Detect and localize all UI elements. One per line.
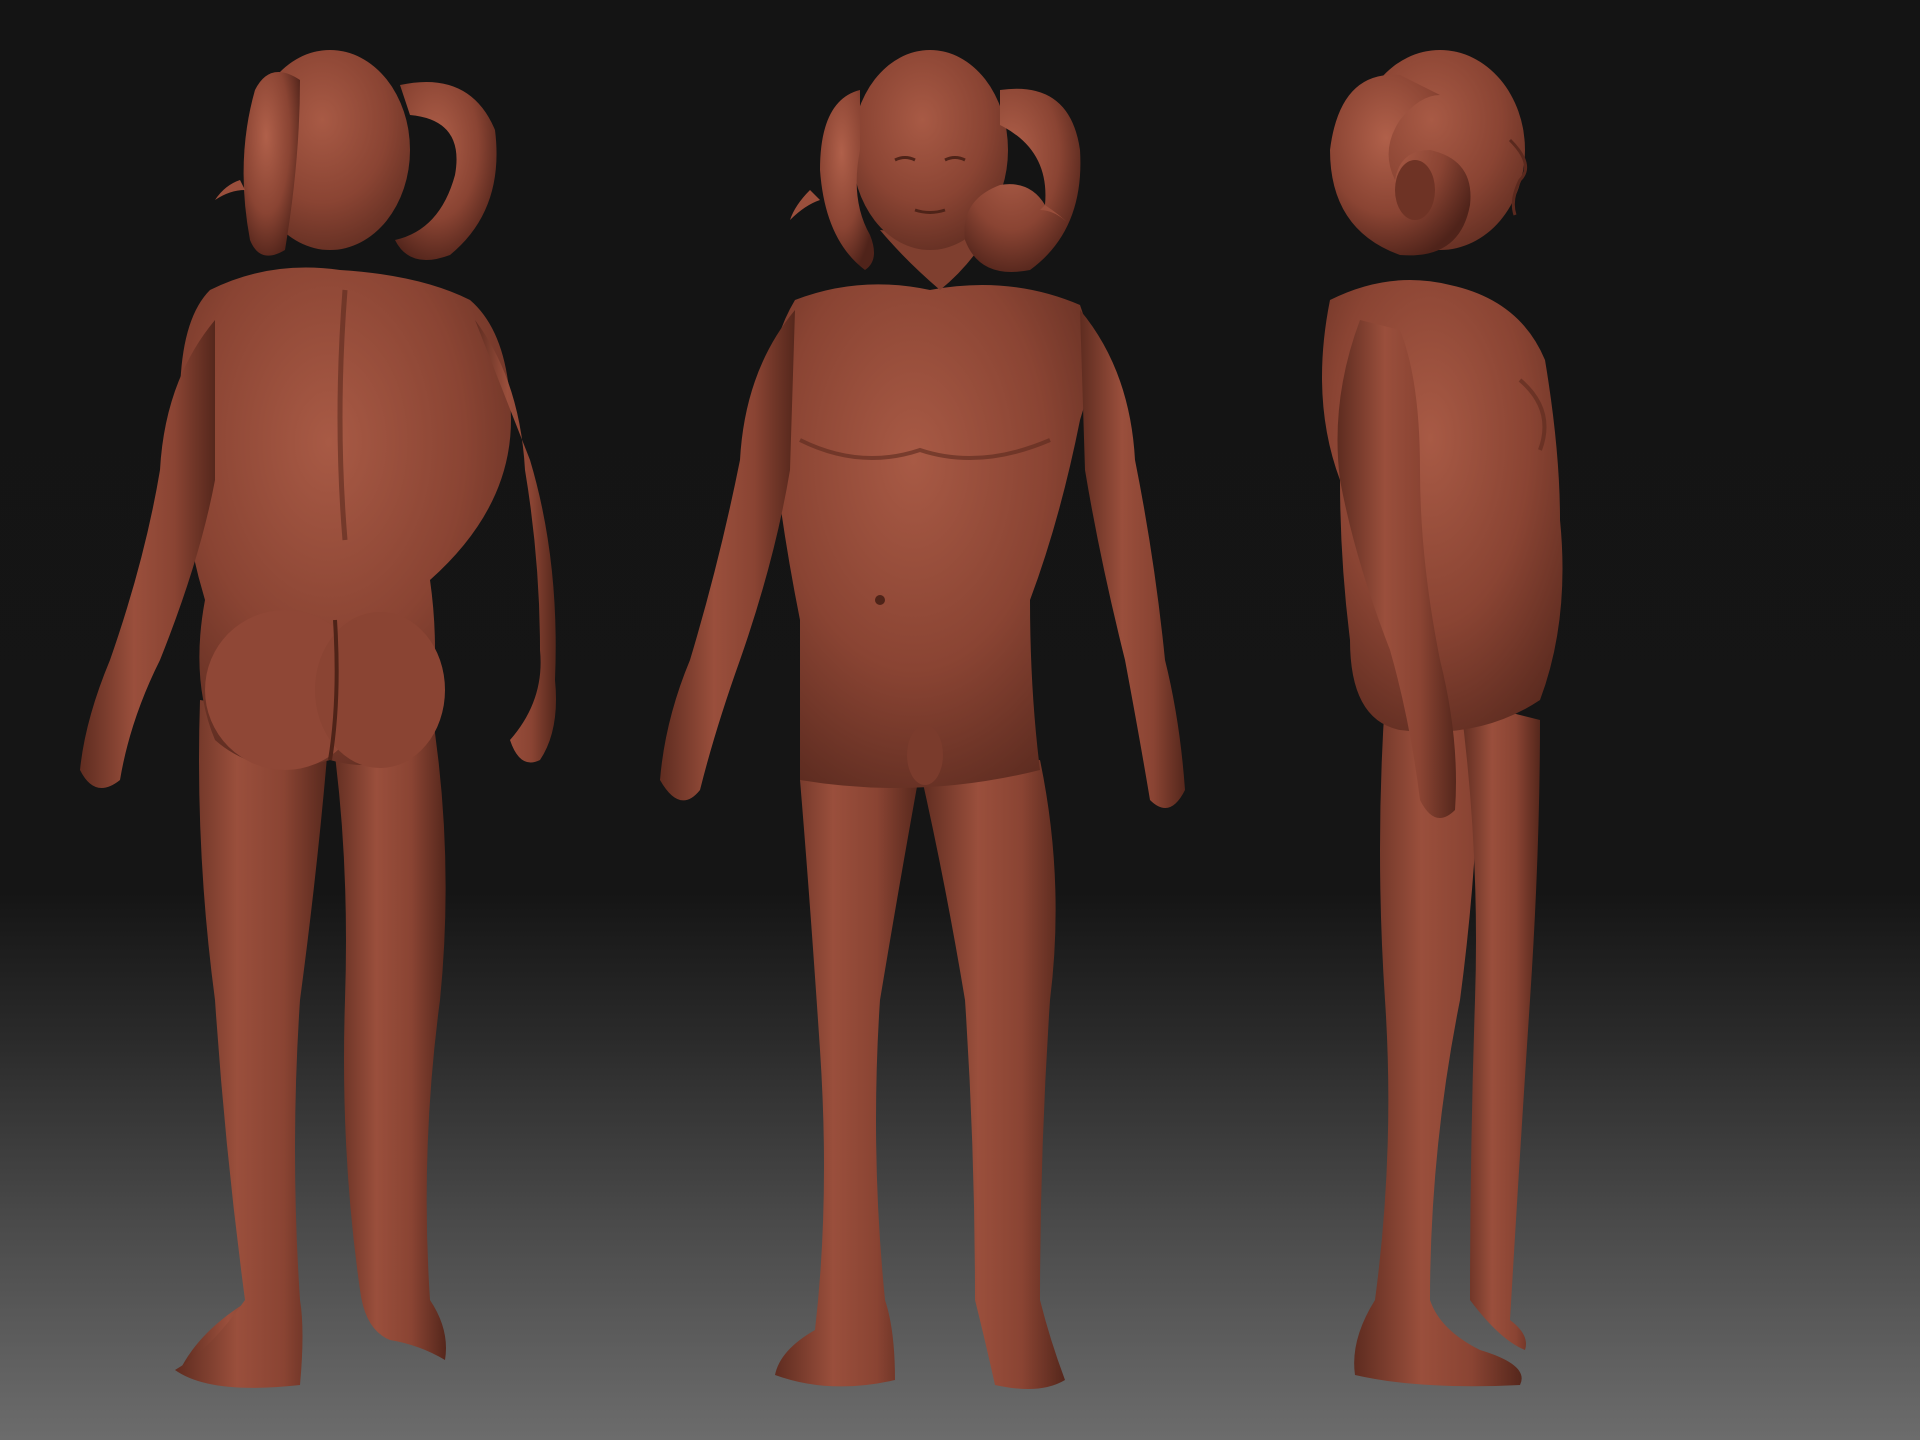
- figure-side-view: [1322, 50, 1563, 1387]
- sculpt-viewport[interactable]: [0, 0, 1920, 1440]
- figure-back-view: [80, 50, 556, 1388]
- turnaround-render: [80, 50, 1563, 1389]
- figure-front-view: [660, 50, 1185, 1389]
